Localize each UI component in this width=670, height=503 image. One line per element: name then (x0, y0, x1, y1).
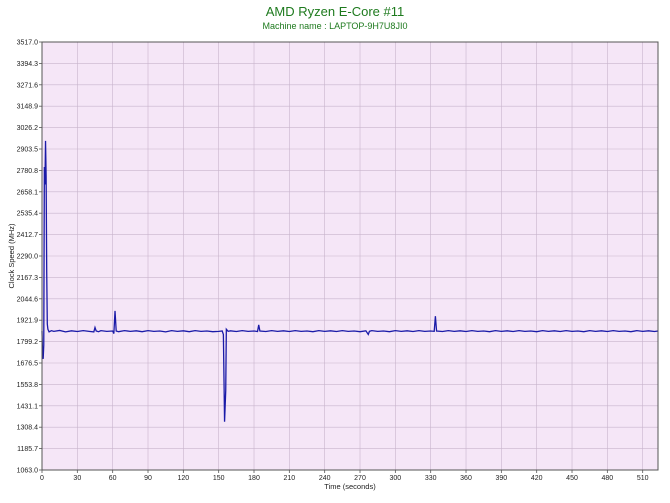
x-tick-label: 60 (109, 475, 117, 482)
x-tick-label: 210 (283, 475, 295, 482)
grid-lines (41, 41, 658, 471)
y-tick-label: 3026.2 (17, 125, 39, 132)
x-axis-label: Time (seconds) (324, 482, 376, 491)
x-tick-label: 510 (637, 475, 649, 482)
x-tick-label: 270 (354, 475, 366, 482)
y-tick-label: 1799.2 (17, 339, 39, 346)
y-tick-label: 1431.1 (17, 403, 39, 410)
y-tick-label: 1921.9 (17, 318, 39, 325)
x-tick-label: 30 (73, 475, 81, 482)
y-tick-label: 2535.4 (17, 211, 39, 218)
x-tick-label: 180 (248, 475, 260, 482)
y-tick-label: 2290.0 (17, 254, 39, 261)
x-tick-label: 390 (496, 475, 508, 482)
y-tick-label: 2903.5 (17, 147, 39, 154)
x-tick-label: 120 (177, 475, 189, 482)
chart-canvas: 1063.0 1185.7 1308.4 1431.1 1553.8 1676.5 1799… (7, 40, 659, 491)
x-axis-ticks: 0 30 60 90 120 150 180 210 240 270 300 330 360 390 420… (40, 470, 649, 482)
y-axis-ticks: 1063.0 1185.7 1308.4 1431.1 1553.8 1676.5 1799… (17, 40, 42, 475)
y-tick-label: 3148.9 (17, 104, 39, 111)
x-tick-label: 450 (566, 475, 578, 482)
x-tick-label: 240 (319, 475, 331, 482)
y-tick-label: 2044.6 (17, 296, 39, 303)
y-tick-label: 2780.8 (17, 168, 39, 175)
x-tick-label: 150 (213, 475, 225, 482)
y-tick-label: 1553.8 (17, 382, 39, 389)
x-tick-label: 0 (40, 475, 44, 482)
y-tick-label: 2167.3 (17, 275, 39, 282)
x-tick-label: 330 (425, 475, 437, 482)
x-tick-label: 480 (602, 475, 614, 482)
x-tick-label: 420 (531, 475, 543, 482)
x-tick-label: 300 (390, 475, 402, 482)
y-tick-label: 1308.4 (17, 425, 39, 432)
y-tick-label: 1185.7 (17, 446, 38, 453)
y-tick-label: 3517.0 (17, 40, 39, 47)
x-tick-label: 90 (144, 475, 152, 482)
x-tick-label: 360 (460, 475, 472, 482)
y-tick-label: 3271.6 (17, 82, 39, 89)
y-axis-label: Clock Speed (MHz) (7, 223, 16, 289)
y-tick-label: 1676.5 (17, 361, 39, 368)
y-tick-label: 2658.1 (17, 189, 39, 196)
y-tick-label: 1063.0 (17, 468, 39, 475)
y-tick-label: 3394.3 (17, 61, 39, 68)
y-tick-label: 2412.7 (17, 232, 39, 239)
